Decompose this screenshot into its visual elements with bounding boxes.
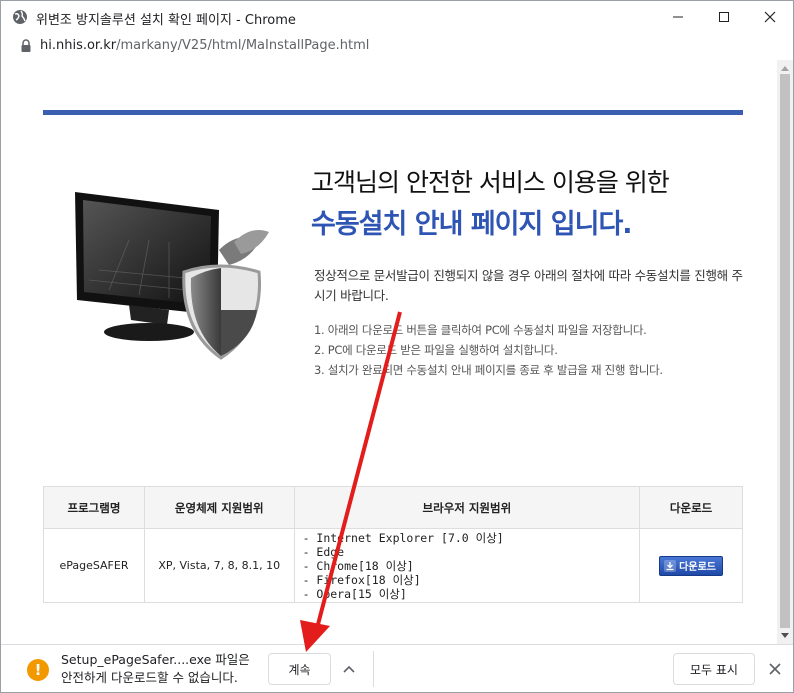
window-title: 위변조 방지솔루션 설치 확인 페이지 - Chrome — [36, 13, 296, 28]
browser-item: - Edge — [302, 544, 345, 559]
download-shelf: ! Setup_ePageSafer....exe 파일은 안전하게 다운로드할… — [1, 644, 793, 692]
maximize-icon — [719, 12, 729, 22]
address-bar[interactable]: hi.nhis.or.kr/markany/V25/html/MaInstall… — [1, 33, 793, 60]
scroll-up-arrow-icon[interactable] — [781, 66, 789, 71]
maximize-button[interactable] — [701, 1, 747, 33]
os-range: XP, Vista, 7, 8, 8.1, 10 — [143, 528, 295, 603]
minimize-button[interactable] — [655, 1, 701, 33]
page-content: 고객님의 안전한 서비스 이용을 위한 수동설치 안내 페이지 입니다. 정상적… — [9, 60, 777, 644]
globe-icon — [13, 10, 27, 24]
show-all-button[interactable]: 모두 표시 — [673, 653, 755, 685]
page-title-line1: 고객님의 안전한 서비스 이용을 위한 — [311, 168, 670, 197]
close-download-bar-button[interactable] — [765, 659, 785, 679]
url-host: hi.nhis.or.kr — [40, 38, 117, 53]
download-options-button[interactable] — [337, 657, 361, 681]
step-item: 1. 아래의 다운로드 버튼을 클릭하여 PC에 수동설치 파일을 저장합니다. — [314, 323, 647, 337]
scroll-down-arrow-icon[interactable] — [781, 633, 789, 638]
download-message-line2: 안전하게 다운로드할 수 없습니다. — [61, 670, 238, 685]
keep-button[interactable]: 계속 — [268, 653, 331, 685]
top-accent-rule — [43, 110, 743, 115]
url-text[interactable]: hi.nhis.or.kr/markany/V25/html/MaInstall… — [40, 38, 369, 53]
close-icon — [764, 11, 776, 23]
close-icon — [769, 663, 781, 675]
browser-item: - Firefox[18 이상] — [302, 572, 421, 587]
browser-item: - Chrome[18 이상] — [302, 558, 414, 573]
program-name: ePageSAFER — [43, 528, 145, 603]
header-browser: 브라우저 지원범위 — [293, 486, 641, 529]
warning-icon: ! — [27, 659, 49, 681]
browser-item: - Opera[15 이상] — [302, 586, 407, 601]
browser-item: - Internet Explorer [7.0 이상] — [302, 530, 504, 545]
download-button[interactable]: 다운로드 — [659, 555, 723, 576]
security-monitor-illustration — [75, 192, 269, 360]
table-row: ePageSAFER XP, Vista, 7, 8, 8.1, 10 - In… — [43, 528, 743, 603]
download-cell: 다운로드 — [639, 528, 743, 603]
close-window-button[interactable] — [747, 1, 793, 33]
lock-icon — [21, 39, 31, 52]
browser-range: - Internet Explorer [7.0 이상] - Edge - Ch… — [293, 528, 641, 603]
table-header-row: 프로그램명 운영체제 지원범위 브라우저 지원범위 다운로드 — [43, 486, 743, 529]
vertical-scrollbar[interactable] — [777, 60, 793, 644]
download-warning-message: Setup_ePageSafer....exe 파일은 안전하게 다운로드할 수… — [61, 651, 250, 687]
download-icon — [664, 559, 677, 572]
step-item: 3. 설치가 완료되면 수동설치 안내 페이지를 종료 후 발급을 재 진행 합… — [314, 363, 663, 377]
chrome-popup-window: 위변조 방지솔루션 설치 확인 페이지 - Chrome hi.nhis.or.… — [0, 0, 794, 693]
title-bar[interactable]: 위변조 방지솔루션 설치 확인 페이지 - Chrome — [1, 1, 793, 33]
page-title-line2: 수동설치 안내 페이지 입니다. — [311, 209, 633, 240]
header-os: 운영체제 지원범위 — [143, 486, 295, 529]
download-button-label: 다운로드 — [679, 562, 716, 573]
download-message-line1: Setup_ePageSafer....exe 파일은 — [61, 652, 250, 667]
minimize-icon — [673, 16, 683, 18]
program-table: 프로그램명 운영체제 지원범위 브라우저 지원범위 다운로드 ePageSAFE… — [43, 486, 743, 603]
header-download: 다운로드 — [639, 486, 743, 529]
step-item: 2. PC에 다운로드 받은 파일을 실행하여 설치합니다. — [314, 343, 558, 357]
divider — [373, 651, 374, 687]
url-path: /markany/V25/html/MaInstallPage.html — [116, 38, 370, 53]
install-steps: 1. 아래의 다운로드 버튼을 클릭하여 PC에 수동설치 파일을 저장합니다.… — [314, 320, 663, 380]
header-program: 프로그램명 — [43, 486, 145, 529]
scrollbar-thumb[interactable] — [780, 74, 790, 628]
chevron-up-icon — [343, 665, 355, 673]
intro-text: 정상적으로 문서발급이 진행되지 않을 경우 아래의 절차에 따라 수동설치를 … — [314, 268, 743, 303]
